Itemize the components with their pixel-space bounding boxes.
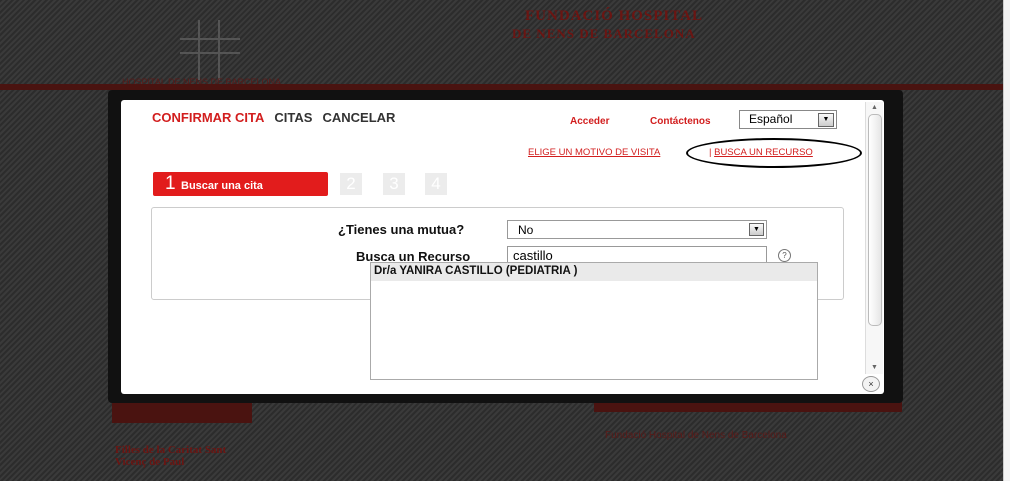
autocomplete-item-label: Dr/a YANIRA CASTILLO (PEDIATRIA ) <box>374 265 578 277</box>
hospital-logo-icon <box>180 20 240 80</box>
close-icon[interactable]: × <box>862 376 880 392</box>
step-1-number: 1 <box>165 173 176 194</box>
tab-appointments[interactable]: CITAS <box>274 110 312 125</box>
tab-confirm-appointment[interactable]: CONFIRMAR CITA <box>152 110 264 125</box>
scroll-up-icon[interactable]: ▲ <box>871 104 878 111</box>
autocomplete-list: Dr/a YANIRA CASTILLO (PEDIATRIA ) <box>370 262 818 380</box>
step-1[interactable]: 1 Buscar una cita <box>153 172 328 196</box>
help-icon[interactable]: ? <box>778 249 791 262</box>
mutua-select-value: No <box>518 223 534 237</box>
resource-search-value: castillo <box>513 248 553 263</box>
step-3: 3 <box>383 173 405 195</box>
autocomplete-item[interactable]: Dr/a YANIRA CASTILLO (PEDIATRIA ) <box>371 263 817 281</box>
step-4: 4 <box>425 173 447 195</box>
modal-nav: CONFIRMAR CITA CITAS CANCELAR <box>152 110 405 125</box>
chevron-down-icon[interactable]: ▼ <box>818 113 834 127</box>
chevron-down-icon[interactable]: ▼ <box>749 223 764 236</box>
language-select[interactable]: Español ▼ <box>739 110 837 129</box>
foundation-title: FUNDACIÓ HOSPITAL <box>525 8 703 24</box>
background-article-link: Fundació Hospital de Nens de Barcelona <box>605 430 787 441</box>
page-scrollbar[interactable] <box>1003 0 1010 481</box>
background-article-title: Filles de la Caritat Sant Vicenç de Paul <box>115 444 227 468</box>
foundation-subtitle: DE NENS DE BARCELONA <box>512 26 696 41</box>
contact-link[interactable]: Contáctenos <box>650 116 711 127</box>
visit-motive-link[interactable]: ELIGE UN MOTIVO DE VISITA <box>528 147 660 158</box>
highlight-oval <box>686 138 862 168</box>
step-2: 2 <box>340 173 362 195</box>
modal-scrollbar[interactable]: ▲ ▼ <box>865 102 883 374</box>
scroll-down-icon[interactable]: ▼ <box>871 364 878 371</box>
step-1-label: Buscar una cita <box>181 180 263 192</box>
scrollbar-thumb[interactable] <box>868 114 882 326</box>
language-select-value: Español <box>749 112 793 126</box>
login-link[interactable]: Acceder <box>570 116 609 127</box>
mutua-label: ¿Tienes una mutua? <box>338 222 465 237</box>
tab-cancel[interactable]: CANCELAR <box>322 110 395 125</box>
mutua-select[interactable]: No ▼ <box>507 220 767 239</box>
